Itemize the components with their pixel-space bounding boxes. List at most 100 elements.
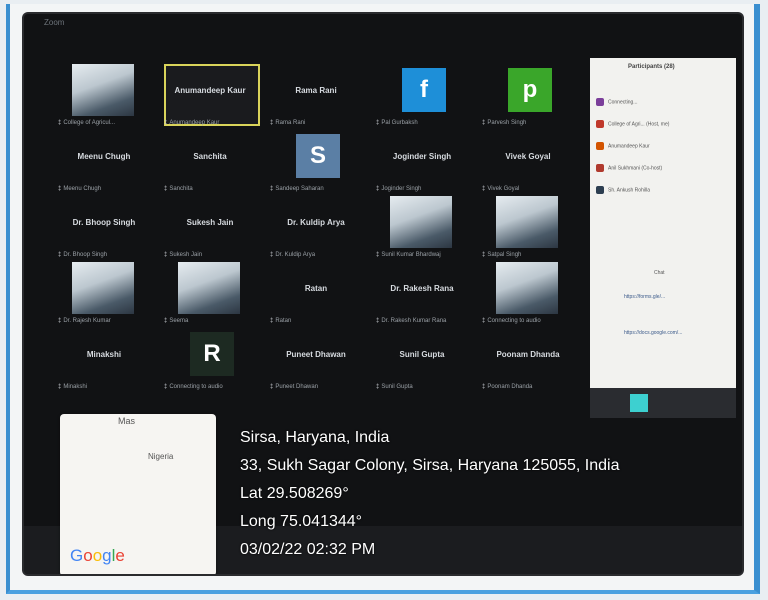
participant-row[interactable]: Sh. Ankush Rohilla	[596, 186, 650, 194]
participant-tile[interactable]: Sukesh Jain ‡ Sukesh Jain	[160, 196, 260, 260]
participant-tile[interactable]: ‡ Sunil Kumar Bhardwaj	[372, 196, 472, 260]
participant-tile[interactable]: Puneet Dhawan ‡ Puneet Dhawan	[266, 328, 366, 392]
participant-tile[interactable]: Poonam Dhanda ‡ Poonam Dhanda	[478, 328, 578, 392]
participant-name: Dr. Kuldip Arya	[287, 218, 345, 227]
participant-label: ‡ College of Agricul...	[58, 120, 115, 126]
participant-name: Poonam Dhanda	[496, 350, 560, 359]
mic-muted-icon: ‡	[376, 318, 380, 324]
participant-tile[interactable]: Minakshi ‡ Minakshi	[54, 328, 154, 392]
participant-label-text: Sunil Gupta	[381, 384, 413, 390]
participant-label-text: Sandeep Saharan	[275, 186, 324, 192]
mic-muted-icon: ‡	[482, 252, 486, 258]
tab-chat[interactable]: Chat	[654, 270, 665, 276]
mic-muted-icon: ‡	[164, 186, 168, 192]
map-thumbnail: Mas Nigeria Google	[60, 414, 216, 574]
participant-label-text: Minakshi	[63, 384, 88, 390]
participant-label-text: Dr. Rajesh Kumar	[63, 318, 111, 324]
participant-tile[interactable]: S ‡ Sandeep Saharan	[266, 130, 366, 194]
participant-row[interactable]: College of Agri... (Host, me)	[596, 120, 669, 128]
avatar: f	[402, 68, 446, 112]
mic-muted-icon: ‡	[164, 252, 168, 258]
participant-row[interactable]: Anumandeep Kaur	[596, 142, 650, 150]
participant-label: ‡ Minakshi	[58, 384, 87, 390]
photo-frame: Zoom ‡ College of Agricul... Anumandeep Ka…	[6, 4, 760, 594]
mic-muted-icon: ‡	[376, 384, 380, 390]
mic-muted-icon: ‡	[482, 384, 486, 390]
participant-label-text: Anumandeep Kaur	[169, 120, 220, 126]
mic-muted-icon: ‡	[58, 318, 62, 324]
avatar	[596, 142, 604, 150]
participant-tile[interactable]: p ‡ Parvesh Singh	[478, 64, 578, 128]
participant-tile[interactable]: Anumandeep Kaur ‡ Anumandeep Kaur	[160, 64, 260, 128]
participant-tile[interactable]: ‡ Connecting to audio	[478, 262, 578, 326]
participant-label-text: Sanchita	[169, 186, 193, 192]
participant-row[interactable]: Connecting...	[596, 98, 637, 106]
participant-tile[interactable]: Sanchita ‡ Sanchita	[160, 130, 260, 194]
participant-tile[interactable]: Meenu Chugh ‡ Meenu Chugh	[54, 130, 154, 194]
participant-label-text: Connecting to audio	[487, 318, 541, 324]
avatar	[596, 98, 604, 106]
participant-label: ‡ Dr. Bhoop Singh	[58, 252, 107, 258]
participant-label: ‡ Connecting to audio	[482, 318, 541, 324]
mic-muted-icon: ‡	[164, 120, 168, 126]
chat-message[interactable]: https://docs.google.com/...	[624, 330, 682, 336]
participant-label: ‡ Puneet Dhawan	[270, 384, 318, 390]
participant-label: ‡ Joginder Singh	[376, 186, 421, 192]
participant-row[interactable]: Anil Sukhmani (Co-host)	[596, 164, 662, 172]
avatar	[596, 120, 604, 128]
participant-video	[72, 64, 134, 116]
participant-tile[interactable]: ‡ College of Agricul...	[54, 64, 154, 128]
participant-label-text: Meenu Chugh	[63, 186, 102, 192]
avatar: p	[508, 68, 552, 112]
mic-muted-icon: ‡	[58, 384, 62, 390]
avatar	[596, 186, 604, 194]
mic-muted-icon: ‡	[376, 252, 380, 258]
chat-message[interactable]: https://forms.gle/...	[624, 294, 665, 300]
mic-muted-icon: ‡	[164, 318, 168, 324]
participant-label: ‡ Vivek Goyal	[482, 186, 519, 192]
participant-tile[interactable]: ‡ Satpal Singh	[478, 196, 578, 260]
geotag-latitude: Lat 29.508269°	[240, 485, 349, 502]
participant-label-text: Puneet Dhawan	[275, 384, 319, 390]
participant-tile[interactable]: ‡ Seema	[160, 262, 260, 326]
participant-label: ‡ Sandeep Saharan	[270, 186, 324, 192]
participant-tile[interactable]: Dr. Rakesh Rana ‡ Dr. Rakesh Kumar Rana	[372, 262, 472, 326]
participant-tile[interactable]: Dr. Kuldip Arya ‡ Dr. Kuldip Arya	[266, 196, 366, 260]
participant-name: Sanchita	[193, 152, 227, 161]
app-icon[interactable]	[630, 394, 648, 412]
participant-name: Puneet Dhawan	[286, 350, 346, 359]
mic-muted-icon: ‡	[164, 384, 168, 390]
participant-tile[interactable]: Dr. Bhoop Singh ‡ Dr. Bhoop Singh	[54, 196, 154, 260]
participant-label-text: Sukesh Jain	[169, 252, 203, 258]
mic-muted-icon: ‡	[482, 318, 486, 324]
participant-label-text: Vivek Goyal	[487, 186, 520, 192]
participant-video	[496, 262, 558, 314]
participant-label: ‡ Sunil Kumar Bhardwaj	[376, 252, 441, 258]
participant-label-text: Sunil Kumar Bhardwaj	[381, 252, 441, 258]
mic-muted-icon: ‡	[270, 318, 274, 324]
participant-label-text: Joginder Singh	[381, 186, 422, 192]
participant-label: ‡ Dr. Kuldip Arya	[270, 252, 315, 258]
participant-label: ‡ Parvesh Singh	[482, 120, 526, 126]
participant-grid: ‡ College of Agricul... Anumandeep Kaur ‡ An…	[54, 64, 582, 394]
avatar: R	[190, 332, 234, 376]
participant-label: ‡ Dr. Rajesh Kumar	[58, 318, 111, 324]
participants-panel-title: Participants (28)	[628, 64, 675, 70]
participant-label: ‡ Satpal Singh	[482, 252, 521, 258]
participant-name: Dr. Rakesh Rana	[390, 284, 454, 293]
participant-name: Meenu Chugh	[77, 152, 131, 161]
participant-tile[interactable]: ‡ Dr. Rajesh Kumar	[54, 262, 154, 326]
mic-muted-icon: ‡	[58, 120, 62, 126]
participant-tile[interactable]: R ‡ Connecting to audio	[160, 328, 260, 392]
participant-name: Vivek Goyal	[505, 152, 551, 161]
geotag-datetime: 03/02/22 02:32 PM	[240, 541, 376, 558]
participant-tile[interactable]: Ratan ‡ Ratan	[266, 262, 366, 326]
participant-label-text: Ratan	[275, 318, 292, 324]
participant-label-text: College of Agricul...	[63, 120, 116, 126]
participant-tile[interactable]: Rama Rani ‡ Rama Rani	[266, 64, 366, 128]
participant-tile[interactable]: f ‡ Pal Gurbaksh	[372, 64, 472, 128]
participant-tile[interactable]: Sunil Gupta ‡ Sunil Gupta	[372, 328, 472, 392]
participant-tile[interactable]: Joginder Singh ‡ Joginder Singh	[372, 130, 472, 194]
participant-tile[interactable]: Vivek Goyal ‡ Vivek Goyal	[478, 130, 578, 194]
participant-label-text: Dr. Bhoop Singh	[63, 252, 108, 258]
